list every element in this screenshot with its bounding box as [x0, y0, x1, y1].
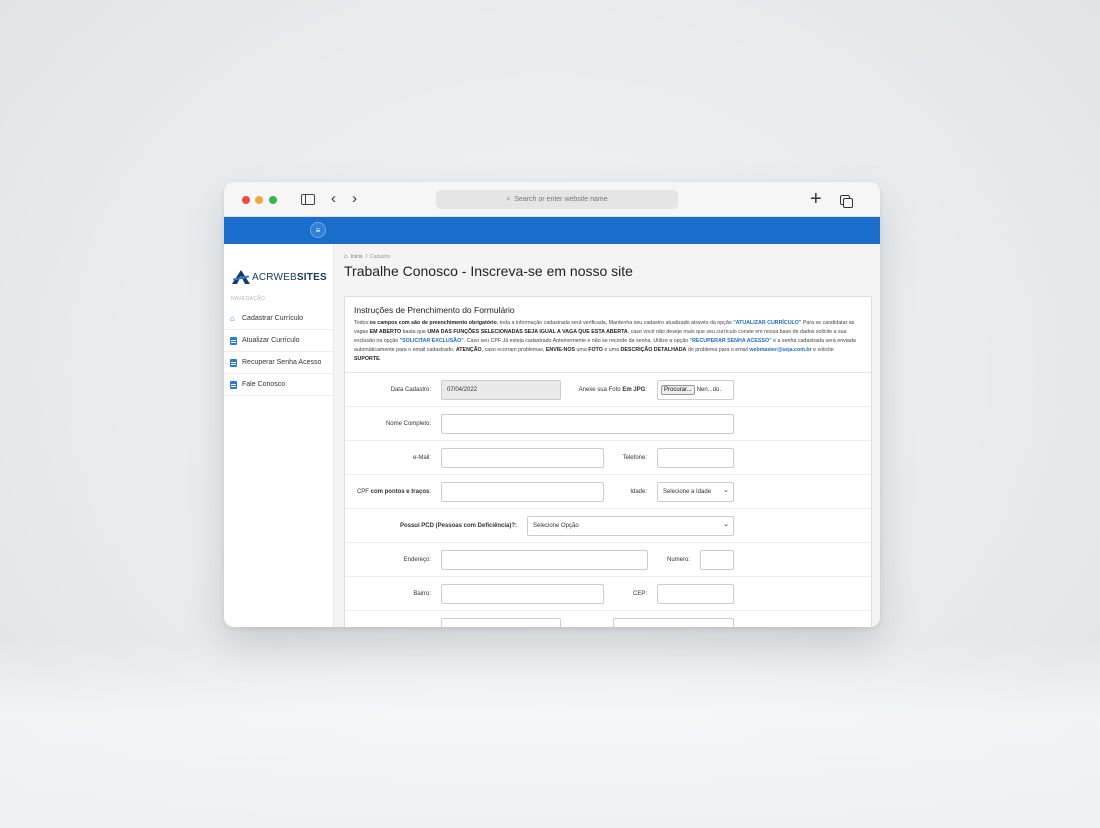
page-title: Trabalhe Conosco - Inscreva-se em nosso … — [344, 263, 633, 279]
sidebar-toggle-icon[interactable] — [301, 194, 315, 205]
sidebar-item-label: Fale Conosco — [242, 381, 286, 388]
pcd-select[interactable]: Selecione Opção — [527, 515, 734, 536]
logo-a-icon — [232, 270, 250, 284]
site-sidebar: ACRWEBSITES NAVEGAÇÃO ⌂ Cadastrar Curríc… — [224, 244, 334, 627]
sidebar-item-label: Atualizar Currículo — [242, 337, 300, 344]
home-icon: ⌂ — [230, 313, 235, 323]
telefone-input[interactable] — [657, 447, 734, 468]
instructions-title: Instruções de Prenchimento do Formulário — [354, 305, 515, 315]
maximize-window-button[interactable] — [269, 196, 277, 204]
document-icon — [230, 380, 237, 389]
telefone-label: Telefone: — [622, 454, 647, 461]
cep-label: CEP: — [632, 590, 647, 597]
backdrop-floor — [0, 640, 1100, 828]
numero-input[interactable] — [700, 549, 734, 570]
file-status: Nen...do. — [696, 386, 722, 393]
address-bar[interactable]: ⌕ Search or enter website name — [436, 190, 678, 209]
site-top-bar: ≡ — [224, 217, 880, 244]
sidebar-item-fale-conosco[interactable]: Fale Conosco — [224, 374, 333, 396]
form-row-endereco-numero: Endereço: Numero: — [345, 543, 871, 577]
site-page: ACRWEBSITES NAVEGAÇÃO ⌂ Cadastrar Curríc… — [224, 244, 880, 627]
nome-input[interactable] — [441, 413, 734, 434]
browser-window: ‹ › ⌕ Search or enter website name + ≡ A… — [224, 182, 880, 627]
breadcrumb-current: Cadastro — [369, 254, 391, 260]
form-panel: Instruções de Prenchimento do Formulário… — [344, 296, 872, 627]
site-logo[interactable]: ACRWEBSITES — [224, 244, 333, 294]
form-row-bairro-cep: Bairro: CEP: — [345, 577, 871, 611]
form-row-data-foto: Data Cadastro: 07/04/2022 Anexe sua Foto… — [345, 373, 871, 407]
main-content: ⌂ Início / Cadastro Trabalhe Conosco - I… — [334, 244, 880, 627]
sidebar-item-label: Cadastrar Currículo — [242, 315, 304, 322]
email-label: e-Mail: — [412, 454, 431, 461]
endereco-label: Endereço: — [403, 556, 431, 563]
breadcrumb: ⌂ Início / Cadastro — [344, 254, 391, 260]
pcd-label: Possui PCD (Pessoas com Deficiência)?: — [399, 522, 517, 529]
data-cadastro-label: Data Cadastro: — [390, 386, 431, 393]
instructions-block: Instruções de Prenchimento do Formulário… — [345, 297, 871, 373]
form-row-nome: Nome Completo: — [345, 407, 871, 441]
close-window-button[interactable] — [242, 196, 250, 204]
nav-section-label: NAVEGAÇÃO — [231, 296, 266, 302]
idade-select[interactable]: Selecione a Idade — [657, 481, 734, 502]
back-arrow-icon[interactable]: ‹ — [331, 191, 336, 206]
breadcrumb-home[interactable]: Início — [351, 254, 363, 260]
next-row-input-right[interactable] — [613, 618, 734, 627]
search-icon: ⌕ — [506, 195, 511, 203]
next-row-input-left[interactable] — [441, 618, 561, 627]
email-input[interactable] — [441, 447, 604, 468]
new-tab-plus-icon[interactable]: + — [810, 189, 822, 209]
sidebar-item-recuperar-senha[interactable]: Recuperar Senha Acesso — [224, 352, 333, 374]
sidebar-item-label: Recuperar Senha Acesso — [242, 359, 322, 366]
numero-label: Numero: — [666, 556, 690, 563]
sidebar-item-cadastrar[interactable]: ⌂ Cadastrar Currículo — [224, 308, 333, 330]
data-cadastro-field: 07/04/2022 — [441, 379, 561, 400]
bairro-label: Bairro: — [413, 590, 431, 597]
address-placeholder: Search or enter website name — [514, 196, 608, 203]
idade-label: Idade: — [630, 488, 647, 495]
bairro-input[interactable] — [441, 583, 604, 604]
document-icon — [230, 336, 237, 345]
minimize-window-button[interactable] — [255, 196, 263, 204]
form-row-cpf-idade: CPF com pontos e traços: Idade: Selecion… — [345, 475, 871, 509]
logo-text: ACRWEBSITES — [252, 271, 327, 283]
document-icon — [230, 358, 237, 367]
form-row-email-telefone: e-Mail: Telefone: — [345, 441, 871, 475]
tabs-overview-icon[interactable] — [840, 195, 853, 208]
endereco-input[interactable] — [441, 549, 648, 570]
forward-arrow-icon[interactable]: › — [352, 191, 357, 206]
menu-hamburger-icon[interactable]: ≡ — [310, 222, 326, 238]
nome-label: Nome Completo: — [385, 420, 431, 427]
sidebar-item-atualizar[interactable]: Atualizar Currículo — [224, 330, 333, 352]
cpf-label: CPF com pontos e traços: — [356, 488, 431, 495]
form-row-pcd: Possui PCD (Pessoas com Deficiência)?: S… — [345, 509, 871, 543]
breadcrumb-home-icon[interactable]: ⌂ — [344, 254, 348, 260]
instructions-text: Todos os campos com são de preenchimento… — [354, 320, 856, 362]
browser-toolbar: ‹ › ⌕ Search or enter website name + — [224, 182, 880, 217]
cep-input[interactable] — [657, 583, 734, 604]
foto-label: Anexe sua Foto Em JPG: — [578, 386, 647, 393]
cpf-input[interactable] — [441, 481, 604, 502]
browse-file-button[interactable]: Procurar... — [661, 384, 695, 395]
foto-file-input[interactable]: Procurar... Nen...do. — [657, 379, 734, 400]
form-row-next — [345, 611, 871, 627]
